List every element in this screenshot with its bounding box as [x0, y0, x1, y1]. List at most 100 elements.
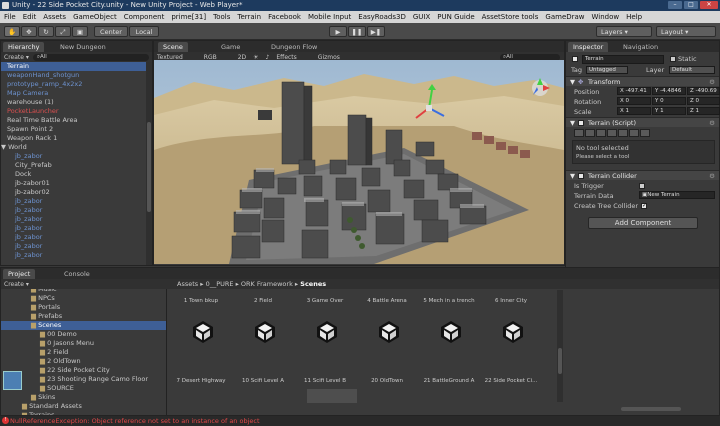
status-bar[interactable]: ! NullReferenceException: Object referen…: [0, 416, 720, 426]
project-folder-item[interactable]: ▆ 2 Field: [1, 348, 166, 357]
project-folder-item[interactable]: ▆ 0 Jasons Menu: [1, 339, 166, 348]
position-y-field[interactable]: Y -4.4846: [652, 87, 686, 95]
scene-asset[interactable]: 7 Desert Highway: [171, 338, 231, 384]
terrain-script-header[interactable]: ▼ Terrain (Script) ⚙: [566, 117, 719, 127]
tab-project[interactable]: Project: [3, 269, 36, 279]
rotation-z-field[interactable]: Z 0: [687, 97, 720, 105]
terrain-collider-header[interactable]: ▼ Terrain Collider ⚙: [566, 170, 719, 180]
hierarchy-item[interactable]: jb_zabor: [1, 206, 146, 215]
hierarchy-item[interactable]: jb_zabor: [1, 224, 146, 233]
hierarchy-item[interactable]: weaponHand_shotgun: [1, 71, 146, 80]
scale-x-field[interactable]: X 1: [617, 107, 651, 115]
menu-item-guix[interactable]: GUIX: [413, 13, 430, 21]
pivot-local-button[interactable]: Local: [129, 26, 159, 37]
menu-item-gamedraw[interactable]: GameDraw: [545, 13, 584, 21]
hierarchy-item[interactable]: Terrain: [1, 62, 146, 71]
hierarchy-item[interactable]: Spawn Point 2: [1, 125, 146, 134]
hierarchy-item[interactable]: warehouse (1): [1, 98, 146, 107]
hierarchy-item[interactable]: jb_zabor: [1, 233, 146, 242]
static-checkbox[interactable]: [670, 56, 676, 62]
project-folder-item[interactable]: ▆ SOURCE: [1, 384, 166, 393]
project-folder-item[interactable]: ▆ 2 OldTown: [1, 357, 166, 366]
hierarchy-item[interactable]: Dock: [1, 170, 146, 179]
tab-game[interactable]: Game: [216, 42, 245, 52]
rotate-tool-button[interactable]: ↻: [38, 26, 54, 37]
hierarchy-item[interactable]: jb_zabor: [1, 152, 146, 161]
hierarchy-item[interactable]: prototype_ramp_4x2x2: [1, 80, 146, 89]
project-folder-item[interactable]: ▆ NPCs: [1, 294, 166, 303]
menu-item-edit[interactable]: Edit: [23, 13, 37, 21]
breadcrumb-ork[interactable]: ORK Framework: [241, 280, 293, 288]
icon-size-slider[interactable]: [621, 407, 681, 411]
menu-item-tools[interactable]: Tools: [213, 13, 230, 21]
asset-scrollbar[interactable]: [557, 290, 563, 402]
paint-texture-tool-icon[interactable]: [607, 129, 617, 137]
play-button[interactable]: ▶: [329, 26, 347, 37]
step-button[interactable]: ▶❚: [367, 26, 385, 37]
tab-dungeon-flow[interactable]: Dungeon Flow: [266, 42, 322, 52]
rotation-x-field[interactable]: X 0: [617, 97, 651, 105]
hierarchy-scrollbar[interactable]: [146, 62, 152, 265]
hierarchy-item[interactable]: jb-zabor01: [1, 179, 146, 188]
transform-header[interactable]: ▼ ✥ Transform ⚙: [566, 76, 719, 86]
hierarchy-item[interactable]: Map Camera: [1, 89, 146, 98]
component-settings-icon[interactable]: ⚙: [709, 77, 715, 87]
hand-tool-button[interactable]: ✋: [4, 26, 20, 37]
project-folder-item[interactable]: ▆ Standard Assets: [1, 402, 166, 411]
pivot-center-button[interactable]: Center: [94, 26, 128, 37]
project-folder-item[interactable]: ▆ Scenes: [1, 321, 166, 330]
hierarchy-item[interactable]: jb_zabor: [1, 251, 146, 260]
maximize-button[interactable]: □: [684, 1, 698, 9]
project-create-button[interactable]: Create ▾: [4, 281, 29, 288]
menu-item-pun-guide[interactable]: PUN Guide: [437, 13, 474, 21]
project-folder-item[interactable]: ▆ 00 Demo: [1, 330, 166, 339]
component-settings-icon[interactable]: ⚙: [709, 118, 715, 128]
scale-tool-button[interactable]: ⤢: [55, 26, 71, 37]
is-trigger-checkbox[interactable]: [639, 183, 645, 189]
tab-hierarchy[interactable]: Hierarchy: [3, 42, 45, 52]
layout-dropdown[interactable]: Layout ▾: [656, 26, 716, 37]
hierarchy-item[interactable]: City_Prefab: [1, 161, 146, 170]
menu-item-window[interactable]: Window: [592, 13, 620, 21]
scene-asset[interactable]: 10 Scifi Level A: [233, 338, 293, 384]
active-checkbox[interactable]: [572, 56, 578, 62]
menu-item-help[interactable]: Help: [626, 13, 642, 21]
object-name-field[interactable]: Terrain: [582, 55, 664, 64]
layers-dropdown[interactable]: Layers ▾: [596, 26, 652, 37]
hierarchy-item[interactable]: ▼ World: [1, 143, 146, 152]
paint-height-tool-icon[interactable]: [585, 129, 595, 137]
menu-item-file[interactable]: File: [4, 13, 16, 21]
tab-console[interactable]: Console: [59, 269, 95, 279]
terrain-settings-tool-icon[interactable]: [640, 129, 650, 137]
scale-y-field[interactable]: Y 1: [652, 107, 686, 115]
hierarchy-item[interactable]: jb_zabor: [1, 197, 146, 206]
breadcrumb-assets[interactable]: Assets: [177, 280, 198, 288]
close-button[interactable]: ✕: [700, 1, 718, 9]
tab-navigation[interactable]: Navigation: [618, 42, 663, 52]
component-settings-icon[interactable]: ⚙: [709, 171, 715, 181]
menu-item-prime-31-[interactable]: prime[31]: [171, 13, 206, 21]
tab-scene[interactable]: Scene: [158, 42, 188, 52]
asset-scroll-thumb[interactable]: [558, 348, 562, 374]
paint-details-tool-icon[interactable]: [629, 129, 639, 137]
rotation-y-field[interactable]: Y 0: [652, 97, 686, 105]
project-folder-item[interactable]: ▆ 23 Shooting Range Camo Floor: [1, 375, 166, 384]
project-folder-item[interactable]: ▆ 22 Side Pocket City: [1, 366, 166, 375]
hierarchy-create-button[interactable]: Create ▾: [4, 54, 29, 61]
hierarchy-scroll-thumb[interactable]: [147, 122, 151, 212]
project-folder-item[interactable]: ▆ Prefabs: [1, 312, 166, 321]
project-folder-item[interactable]: ▆ Portals: [1, 303, 166, 312]
tag-dropdown[interactable]: Untagged: [586, 66, 628, 74]
scene-asset[interactable]: 22 Side Pocket Ci...: [481, 338, 541, 384]
terrain-script-checkbox[interactable]: [578, 120, 584, 126]
tab-inspector[interactable]: Inspector: [568, 42, 609, 52]
breadcrumb-scenes[interactable]: Scenes: [300, 280, 326, 288]
minimize-button[interactable]: –: [668, 1, 682, 9]
pause-button[interactable]: ❚❚: [348, 26, 366, 37]
scene-asset[interactable]: 21 BattleGround A: [419, 338, 479, 384]
menu-item-gameobject[interactable]: GameObject: [73, 13, 117, 21]
menu-item-assetstore-tools[interactable]: AssetStore tools: [482, 13, 539, 21]
tab-new-dungeon[interactable]: New Dungeon: [55, 42, 111, 52]
menu-item-facebook[interactable]: Facebook: [268, 13, 301, 21]
menu-item-component[interactable]: Component: [124, 13, 165, 21]
